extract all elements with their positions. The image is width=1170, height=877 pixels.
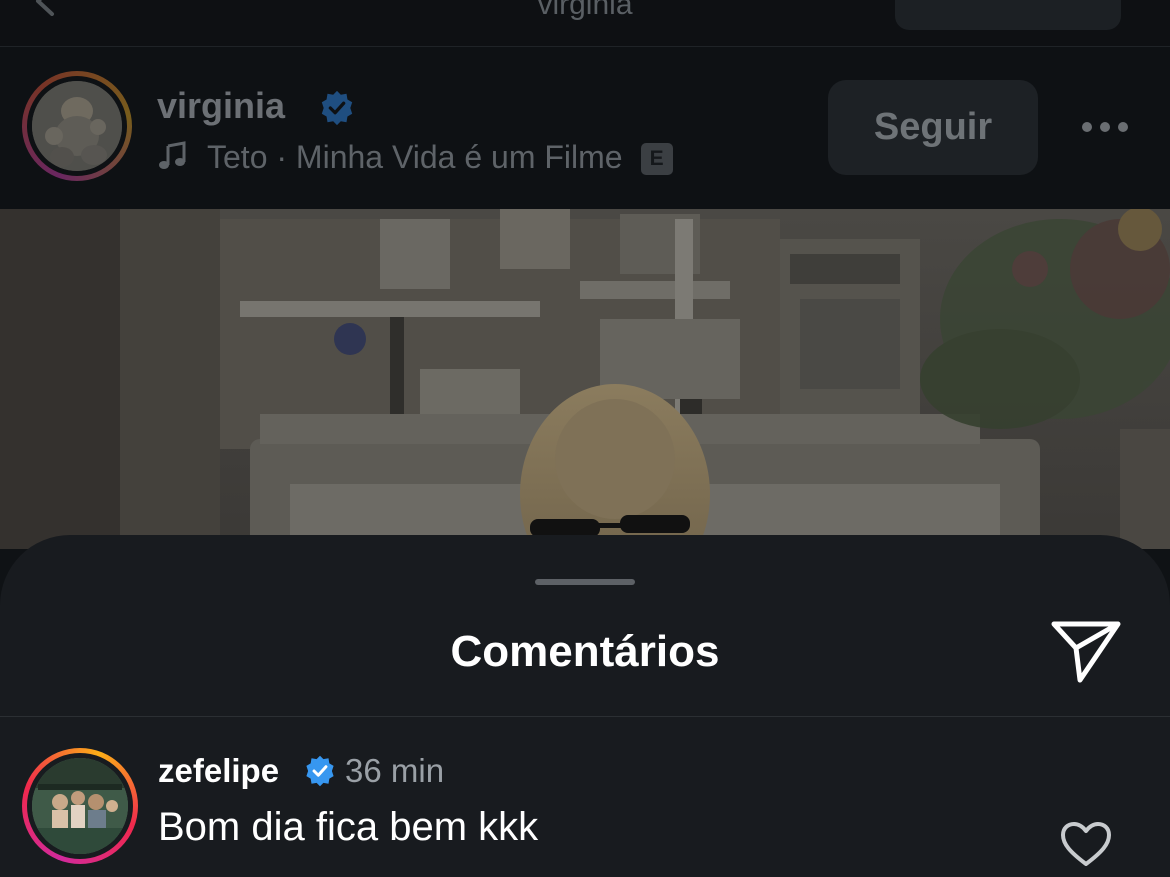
music-song: Minha Vida é um Filme xyxy=(295,139,623,175)
comment-item: zefelipe 36 min Bom dia fica bem kkk xyxy=(0,717,1170,877)
music-note-icon xyxy=(159,141,186,169)
comment-avatar-art xyxy=(32,758,128,854)
comment-username[interactable]: zefelipe xyxy=(158,752,279,790)
more-horizontal-icon[interactable] xyxy=(1080,120,1130,134)
post-username[interactable]: virginia xyxy=(157,85,285,127)
music-separator: · xyxy=(267,139,296,175)
comments-title: Comentários xyxy=(450,627,720,676)
music-artist: Teto xyxy=(207,139,268,175)
comment-avatar-photo xyxy=(32,758,128,854)
post-photo-art xyxy=(0,209,1170,549)
verified-badge-icon xyxy=(306,755,334,787)
follow-button[interactable]: Seguir xyxy=(828,80,1038,175)
comments-sheet: Comentários zefelipe 36 min Bom dia fica… xyxy=(0,535,1170,877)
post-music-row[interactable]: Teto · Minha Vida é um Filme E xyxy=(157,139,673,176)
screen: virginia virginia Teto · Minha Vida é um… xyxy=(0,0,1170,877)
verified-badge-icon xyxy=(321,90,353,126)
comment-text: Bom dia fica bem kkk xyxy=(158,805,539,849)
explicit-badge: E xyxy=(640,143,673,175)
comment-time: 36 min xyxy=(345,752,445,789)
post-photo[interactable] xyxy=(0,209,1170,549)
avatar-photo xyxy=(32,81,122,171)
top-bar: virginia xyxy=(0,0,1170,47)
heart-outline-icon[interactable] xyxy=(1060,821,1112,867)
avatar-photo-art xyxy=(32,81,122,171)
post-header: virginia Teto · Minha Vida é um Filme E S… xyxy=(0,47,1170,209)
sheet-grabber[interactable] xyxy=(535,579,635,585)
comment-avatar-gap xyxy=(27,753,133,859)
avatar-ring-gap xyxy=(27,76,127,176)
comment-avatar[interactable] xyxy=(22,748,138,864)
post-avatar[interactable] xyxy=(22,71,132,181)
top-bar-follow-button[interactable] xyxy=(895,0,1121,30)
paper-plane-icon[interactable] xyxy=(1050,618,1122,684)
